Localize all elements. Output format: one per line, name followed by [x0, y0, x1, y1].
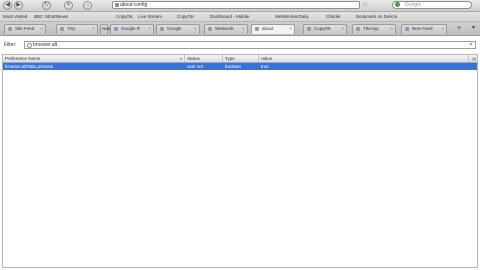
column-header-name[interactable]: Preference Name: [3, 55, 185, 62]
bookmarks-bar: Most Visited BBC NEWS News CopyOK Live S…: [0, 12, 480, 22]
close-icon[interactable]: ×: [390, 26, 393, 32]
new-tab-button[interactable]: +: [453, 24, 465, 34]
tab[interactable]: CopyOK ×: [303, 24, 347, 34]
cell-value: true: [261, 64, 269, 69]
cell-type: boolean: [225, 64, 242, 69]
bookmark-item[interactable]: Live Stream: [138, 14, 162, 19]
tab-label: New Feed: [412, 26, 433, 31]
back-button[interactable]: ◀: [3, 1, 12, 10]
tab-favicon-icon: [405, 27, 409, 31]
forward-button[interactable]: ▶: [14, 1, 23, 10]
column-picker-icon[interactable]: ▤: [472, 55, 476, 62]
tab[interactable]: TheApp ×: [352, 24, 396, 34]
stop-icon: ✕: [65, 2, 72, 8]
clear-icon[interactable]: ✕: [469, 42, 473, 48]
home-icon: ⌂: [85, 2, 90, 8]
reload-icon: ↻: [43, 2, 50, 8]
tab-favicon-icon: [208, 27, 212, 31]
filter-row: Filter: browser.alt ✕: [0, 40, 480, 50]
cell-status: user set: [187, 64, 204, 69]
tab-strip: Site Feed × Tiny × News Google R × Google × …: [0, 22, 480, 36]
filter-value: browser.alt: [33, 42, 58, 48]
tab-label: about: [262, 26, 274, 31]
close-icon[interactable]: ×: [194, 26, 197, 32]
tab-label: Webwork: [215, 26, 234, 31]
search-placeholder: Google: [405, 2, 422, 8]
tab-favicon-icon: [160, 27, 164, 31]
tab-label: Site Feed: [15, 26, 35, 31]
bookmark-item[interactable]: CopyOK: [177, 14, 194, 19]
search-icon: [27, 43, 32, 48]
filter-input[interactable]: browser.alt ✕: [24, 41, 476, 49]
url-text: about:config: [120, 2, 148, 8]
close-icon[interactable]: ×: [289, 26, 292, 32]
close-icon[interactable]: ×: [92, 26, 95, 32]
column-header-type[interactable]: Type: [223, 55, 259, 62]
bookmark-item[interactable]: CopyOK: [116, 14, 133, 19]
search-engine-icon[interactable]: [395, 2, 400, 7]
tab-list-button[interactable]: ▾: [469, 24, 478, 34]
bookmark-item[interactable]: Most Visited: [3, 14, 27, 19]
forward-icon: ▶: [16, 2, 21, 8]
tab[interactable]: New Feed ×: [401, 24, 447, 34]
tab-favicon-icon: [255, 27, 259, 31]
preferences-table: Preference Name ▾ Status Type Value ▤ br…: [2, 54, 478, 268]
cell-name: browser.altTabs.preview: [5, 64, 54, 69]
page-favicon-icon: [115, 3, 119, 7]
close-icon[interactable]: ×: [341, 26, 344, 32]
tab-favicon-icon: [356, 27, 360, 31]
close-icon[interactable]: ×: [242, 26, 245, 32]
column-header-value[interactable]: Value: [259, 55, 469, 62]
tab[interactable]: Google R ×: [110, 24, 154, 34]
tab-active[interactable]: about ×: [251, 24, 295, 34]
tab[interactable]: Google ×: [156, 24, 200, 34]
close-icon[interactable]: ×: [40, 26, 43, 32]
tab-label: TheApp: [363, 26, 379, 31]
navigation-toolbar: ◀ ▶ ↻ ✕ ⌂ about:config ☆ Google: [0, 0, 480, 12]
tab-label: Google: [167, 26, 182, 31]
tab-favicon-icon: [307, 27, 311, 31]
tab[interactable]: News: [100, 24, 113, 34]
tab[interactable]: Tiny ×: [56, 24, 98, 34]
bookmark-item[interactable]: WebWorkerDaily: [275, 14, 309, 19]
bookmark-item[interactable]: News: [57, 14, 68, 19]
close-icon[interactable]: ×: [148, 26, 151, 32]
tab[interactable]: Site Feed ×: [4, 24, 46, 34]
back-icon: ◀: [5, 2, 10, 8]
column-header-status[interactable]: Status: [185, 55, 223, 62]
sort-arrow-icon: ▾: [180, 56, 183, 61]
table-row[interactable]: browser.altTabs.preview user set boolean…: [3, 63, 477, 70]
bookmark-item[interactable]: Bookmark on Delicio: [356, 14, 397, 19]
bookmark-item[interactable]: BBC NEWS: [34, 14, 58, 19]
tab-label: CopyOK: [314, 26, 332, 31]
tab-favicon-icon: [114, 27, 118, 31]
filter-label: Filter:: [4, 42, 17, 48]
tab-label: Google R: [121, 26, 141, 31]
tab[interactable]: Webwork ×: [204, 24, 248, 34]
url-bar[interactable]: about:config: [112, 1, 360, 9]
tab-label: Tiny: [67, 26, 76, 31]
bookmark-item[interactable]: Gfinder: [326, 14, 341, 19]
bookmark-item[interactable]: Dashboard - Mobile: [210, 14, 249, 19]
table-header: Preference Name ▾ Status Type Value ▤: [3, 55, 477, 63]
bookmark-star-icon[interactable]: ☆: [362, 1, 368, 9]
tab-favicon-icon: [60, 27, 64, 31]
close-icon[interactable]: ×: [441, 26, 444, 32]
home-button[interactable]: ⌂: [83, 1, 92, 10]
stop-button[interactable]: ✕: [64, 1, 73, 10]
search-input[interactable]: Google: [392, 1, 472, 9]
tab-favicon-icon: [8, 27, 12, 31]
reload-button[interactable]: ↻: [42, 1, 51, 10]
